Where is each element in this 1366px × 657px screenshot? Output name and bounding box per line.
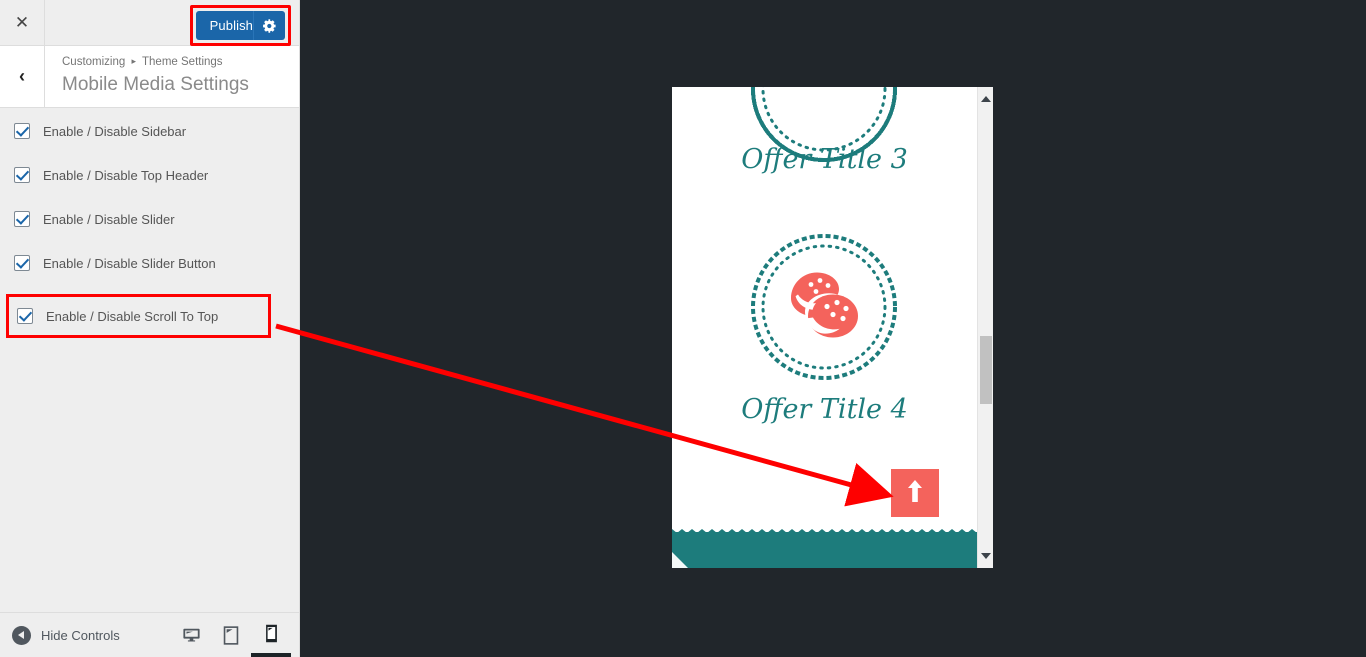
mobile-icon: [265, 624, 277, 642]
panel-header: ‹ Customizing ▸ Theme Settings Mobile Me…: [0, 46, 299, 108]
control-label-top-header: Enable / Disable Top Header: [43, 167, 209, 183]
control-row-slider-button[interactable]: Enable / Disable Slider Button: [0, 250, 299, 276]
device-button-desktop[interactable]: [171, 613, 211, 657]
control-row-sidebar[interactable]: Enable / Disable Sidebar: [0, 118, 299, 144]
cookies-icon: [787, 271, 861, 344]
footer-zigzag-edge: [672, 529, 977, 533]
panel-topbar: ✕ Publish: [0, 0, 299, 46]
control-row-top-header[interactable]: Enable / Disable Top Header: [0, 162, 299, 188]
offer-badge-4: [744, 227, 904, 387]
control-label-sidebar: Enable / Disable Sidebar: [43, 123, 187, 139]
preview-page: Offer Title 3 Offer Title 4: [672, 87, 977, 568]
control-label-scroll-to-top: Enable / Disable Scroll To Top: [46, 308, 219, 324]
offer-title-4: Offer Title 4: [741, 394, 908, 425]
checkbox-enable-disable-sidebar[interactable]: [14, 123, 30, 139]
caret-up-icon[interactable]: [978, 91, 993, 107]
caret-down-icon[interactable]: [978, 548, 993, 564]
control-label-slider-button: Enable / Disable Slider Button: [43, 255, 216, 271]
breadcrumb-section[interactable]: Theme Settings: [142, 56, 223, 68]
control-row-scroll-to-top[interactable]: Enable / Disable Scroll To Top: [6, 294, 271, 338]
desktop-icon: [182, 628, 200, 642]
checkbox-enable-disable-top-header[interactable]: [14, 167, 30, 183]
customizer-screen: ✕ Publish ‹ Customizing ▸ Theme Settings…: [0, 0, 1366, 657]
publish-button-label: Publish: [209, 18, 253, 33]
page-title: Mobile Media Settings: [62, 74, 249, 95]
scrollbar-thumb[interactable]: [980, 336, 992, 404]
close-icon[interactable]: ✕: [0, 0, 45, 45]
arrow-up-icon: [907, 479, 923, 507]
control-label-slider: Enable / Disable Slider: [43, 211, 175, 227]
breadcrumb-root[interactable]: Customizing: [62, 56, 125, 68]
hide-controls-label: Hide Controls: [41, 627, 120, 643]
preview-area: Offer Title 3 Offer Title 4: [300, 0, 1366, 657]
scroll-to-top-button[interactable]: [891, 469, 939, 517]
hide-controls-button[interactable]: Hide Controls: [12, 625, 120, 645]
site-footer-strip: [672, 529, 977, 568]
offer-title-3: Offer Title 3: [741, 144, 908, 175]
checkbox-enable-disable-slider[interactable]: [14, 211, 30, 227]
device-button-tablet[interactable]: [211, 613, 251, 657]
tablet-icon: [223, 625, 239, 645]
breadcrumb-separator-icon: ▸: [131, 56, 137, 66]
publish-button[interactable]: Publish: [195, 11, 285, 40]
preview-device-frame: Offer Title 3 Offer Title 4: [672, 87, 993, 568]
chevron-left-icon[interactable]: ‹: [0, 46, 45, 107]
preview-scrollbar[interactable]: [977, 87, 993, 568]
panel-footer: Hide Controls: [0, 612, 299, 657]
publish-highlight-box: Publish: [189, 5, 291, 46]
preview-resize-handle[interactable]: [672, 552, 688, 568]
collapse-left-icon: [12, 625, 31, 645]
gear-icon[interactable]: [253, 11, 285, 40]
controls-list: Enable / Disable Sidebar Enable / Disabl…: [0, 108, 299, 338]
customizer-panel: ✕ Publish ‹ Customizing ▸ Theme Settings…: [0, 0, 300, 657]
control-row-slider[interactable]: Enable / Disable Slider: [0, 206, 299, 232]
panel-header-text: Customizing ▸ Theme Settings Mobile Medi…: [62, 55, 249, 97]
breadcrumb: Customizing ▸ Theme Settings: [62, 55, 249, 70]
device-preview-switcher: [171, 613, 291, 657]
device-button-mobile[interactable]: [251, 613, 291, 657]
checkbox-enable-disable-scroll-to-top[interactable]: [17, 308, 33, 324]
checkbox-enable-disable-slider-button[interactable]: [14, 255, 30, 271]
